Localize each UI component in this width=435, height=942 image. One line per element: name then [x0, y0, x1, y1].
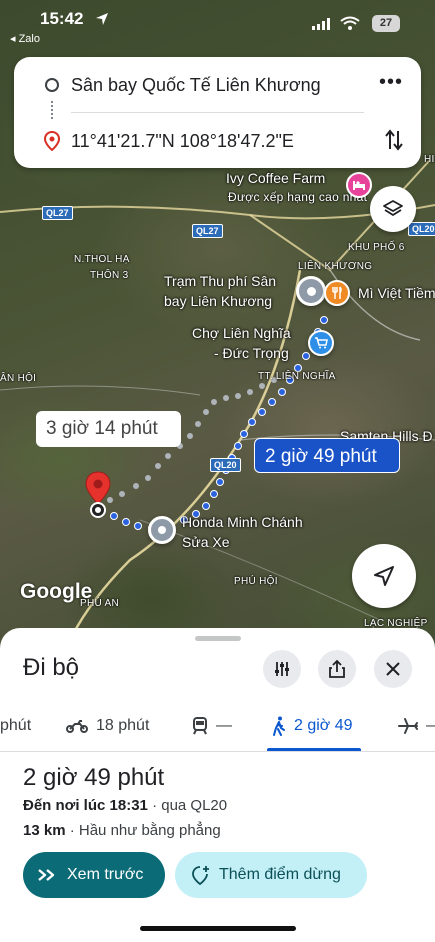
battery-indicator: 27 [372, 15, 400, 32]
tab-mode-partial[interactable]: phút [0, 700, 31, 752]
add-stop-button[interactable]: Thêm điểm dừng [175, 852, 367, 898]
road-shield-ql27: QL27 [42, 206, 73, 220]
poi-label-cho[interactable]: Chợ Liên Nghĩa [192, 325, 291, 341]
travel-mode-tabs: phút 18 phút — 2 giờ 49 [0, 700, 435, 752]
back-to-app-link[interactable]: ◂ Zalo [10, 32, 40, 45]
poi-label-mi-viet[interactable]: Mì Việt Tiềm [358, 285, 435, 301]
layers-button[interactable] [370, 186, 416, 232]
directions-search-card: Sân bay Quốc Tế Liên Khương 11°41'21.7"N… [14, 57, 421, 168]
poi-label-tram-2: bay Liên Khương [164, 293, 273, 309]
arrive-time: 18:31 [109, 797, 148, 814]
area-label: N.THOL HẠ [74, 254, 130, 265]
more-options-icon[interactable]: ••• [379, 72, 403, 92]
mode-label: 2 giờ 49 [294, 717, 353, 734]
distance: 13 km [23, 822, 66, 839]
destination-pin-small-icon [44, 131, 60, 151]
navigation-arrow-icon [374, 566, 394, 586]
restaurant-marker-icon[interactable] [324, 280, 350, 306]
area-label: ÂN HỘI [0, 373, 37, 384]
poi-label-honda[interactable]: Honda Minh Chánh [182, 514, 303, 530]
layers-icon [383, 200, 403, 216]
share-button[interactable] [318, 650, 356, 688]
poi-label-tram[interactable]: Trạm Thu phí Sân [164, 273, 276, 289]
sliders-icon [275, 662, 289, 676]
area-label: PHÚ HỘI [234, 576, 278, 587]
tab-flight[interactable]: — [398, 700, 435, 752]
destination-field[interactable]: 11°41'21.7"N 108°18'47.2"E [71, 131, 294, 152]
share-icon [329, 659, 345, 678]
plane-icon [398, 718, 418, 734]
add-location-icon [192, 866, 209, 885]
area-label: KHU PHỐ 6 [348, 242, 405, 253]
road-shield-ql27: QL27 [192, 224, 223, 238]
road-shield-ql20: QL20 [210, 458, 241, 472]
origin-circle-icon [45, 78, 59, 92]
area-label: TT. LIÊN NGHĨA [258, 371, 336, 382]
swap-icon[interactable] [385, 129, 403, 151]
active-tab-indicator [267, 748, 361, 751]
directions-bottom-sheet: Đi bộ phút 18 phút — 2 giờ 49 2 giờ 49 p… [0, 628, 435, 942]
google-logo: Google [20, 580, 93, 603]
arrive-via: · qua QL20 [152, 797, 228, 814]
road-shield-ql20: QL20 [408, 222, 435, 236]
tab-motorbike[interactable]: 18 phút [66, 700, 149, 752]
my-location-button[interactable] [352, 544, 416, 608]
poi-sublabel-ivy: Được xếp hạng cao nhất [228, 190, 368, 204]
distance-info: 13 km · Hầu như bằng phẳng [23, 822, 221, 839]
sheet-title: Đi bộ [23, 654, 80, 681]
divider [71, 112, 364, 113]
sheet-drag-handle[interactable] [195, 636, 241, 641]
area-label: HI [424, 154, 435, 165]
close-icon [386, 662, 400, 676]
close-button[interactable] [374, 650, 412, 688]
poi-label-honda-2: Sửa Xe [182, 534, 230, 550]
poi-label-cho-2: - Đức Trọng [214, 345, 289, 361]
main-route-duration-callout[interactable]: 2 giờ 49 phút [254, 438, 400, 473]
route-options-button[interactable] [263, 650, 301, 688]
origin-pin-icon[interactable] [296, 276, 326, 306]
poi-label-ivy[interactable]: Ivy Coffee Farm [226, 170, 325, 186]
mode-label: — [426, 717, 435, 735]
route-connector-icon [51, 101, 53, 119]
mode-label: — [216, 717, 232, 734]
area-label: LIÊN KHƯƠNG [298, 261, 373, 272]
poi-pin-icon[interactable] [148, 516, 176, 544]
destination-pin-icon[interactable] [84, 470, 112, 522]
home-indicator [140, 926, 296, 931]
shopping-marker-icon[interactable] [308, 330, 334, 356]
mode-label: phút [0, 717, 32, 734]
double-chevron-icon [38, 869, 55, 881]
train-icon [193, 717, 207, 735]
status-bar: 15:42 ◂ Zalo 27 [0, 0, 435, 45]
walk-icon [273, 716, 285, 736]
wifi-icon [340, 16, 360, 30]
tab-transit[interactable]: — [192, 700, 232, 752]
origin-field[interactable]: Sân bay Quốc Tế Liên Khương [71, 75, 321, 96]
signal-icon [312, 18, 330, 30]
arrive-prefix: Đến nơi lúc [23, 797, 106, 814]
preview-label: Xem trước [67, 866, 144, 883]
area-label: THÔN 3 [90, 270, 129, 281]
preview-button[interactable]: Xem trước [23, 852, 165, 898]
add-stop-label: Thêm điểm dừng [219, 866, 341, 883]
hotel-marker-icon[interactable] [346, 172, 372, 198]
arrival-info: Đến nơi lúc 18:31 · qua QL20 [23, 797, 227, 814]
terrain: · Hầu như bằng phẳng [69, 822, 221, 839]
route-duration: 2 giờ 49 phút [23, 764, 165, 791]
mode-label: 18 phút [96, 717, 150, 734]
location-arrow-icon [96, 13, 108, 25]
alt-route-duration-callout[interactable]: 3 giờ 14 phút [36, 411, 181, 447]
motorbike-icon [66, 720, 88, 733]
tab-walk[interactable]: 2 giờ 49 [272, 700, 353, 752]
status-time: 15:42 [40, 9, 84, 28]
